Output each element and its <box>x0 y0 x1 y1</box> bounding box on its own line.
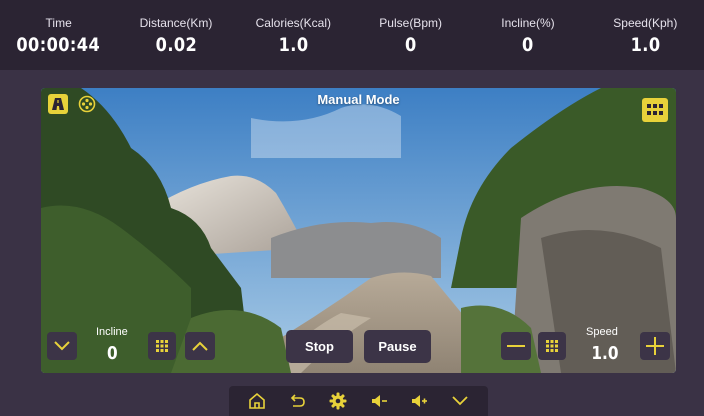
stat-value: 1.0 <box>278 34 309 56</box>
stat-distance: Distance(Km) 0.02 <box>117 0 234 70</box>
road-icon[interactable] <box>48 94 68 114</box>
stat-label: Time <box>45 16 72 30</box>
stat-calories: Calories(Kcal) 1.0 <box>235 0 352 70</box>
stat-label: Pulse(Bpm) <box>379 16 442 30</box>
stat-label: Distance(Km) <box>139 16 213 30</box>
stop-button[interactable]: Stop <box>286 330 353 363</box>
volume-up-icon[interactable] <box>408 390 430 412</box>
stat-speed: Speed(Kph) 1.0 <box>587 0 704 70</box>
speed-down-button[interactable] <box>501 332 531 360</box>
chevron-up-icon <box>192 341 208 351</box>
incline-value: 0 <box>106 343 118 364</box>
incline-up-button[interactable] <box>185 332 215 360</box>
home-icon[interactable] <box>246 390 268 412</box>
grid-icon <box>546 340 558 352</box>
minus-icon <box>507 345 525 347</box>
bottom-nav <box>229 386 488 416</box>
speed-label: Speed <box>586 326 618 338</box>
collapse-icon[interactable] <box>449 390 471 412</box>
stat-value: 0 <box>522 34 534 56</box>
stats-bar: Time 00:00:44 Distance(Km) 0.02 Calories… <box>0 0 704 70</box>
incline-presets-button[interactable] <box>148 332 176 360</box>
stat-time: Time 00:00:44 <box>0 0 117 70</box>
trail-scene-image <box>41 88 676 373</box>
stat-label: Calories(Kcal) <box>255 16 331 30</box>
mode-title: Manual Mode <box>317 92 400 107</box>
settings-icon[interactable] <box>327 390 349 412</box>
scenic-video: Manual Mode Incline 0 Stop Pause Speed 1… <box>41 88 676 373</box>
stat-value: 0.02 <box>155 34 197 56</box>
stat-label: Incline(%) <box>501 16 555 30</box>
stat-label: Speed(Kph) <box>613 16 678 30</box>
grid-menu-icon[interactable] <box>642 98 668 122</box>
stat-value: 00:00:44 <box>16 34 101 56</box>
speed-up-button[interactable] <box>640 332 670 360</box>
incline-label: Incline <box>96 326 128 338</box>
speed-value: 1.0 <box>591 343 619 364</box>
pause-button[interactable]: Pause <box>364 330 431 363</box>
stat-incline: Incline(%) 0 <box>469 0 586 70</box>
incline-down-button[interactable] <box>47 332 77 360</box>
plus-icon <box>646 337 664 355</box>
stat-value: 0 <box>404 34 417 56</box>
grid-icon <box>156 340 168 352</box>
speed-presets-button[interactable] <box>538 332 566 360</box>
volume-down-icon[interactable] <box>368 390 390 412</box>
back-icon[interactable] <box>287 390 309 412</box>
chevron-down-icon <box>54 341 70 351</box>
film-reel-icon[interactable] <box>77 94 97 114</box>
stat-value: 1.0 <box>630 34 661 56</box>
stat-pulse: Pulse(Bpm) 0 <box>352 0 469 70</box>
